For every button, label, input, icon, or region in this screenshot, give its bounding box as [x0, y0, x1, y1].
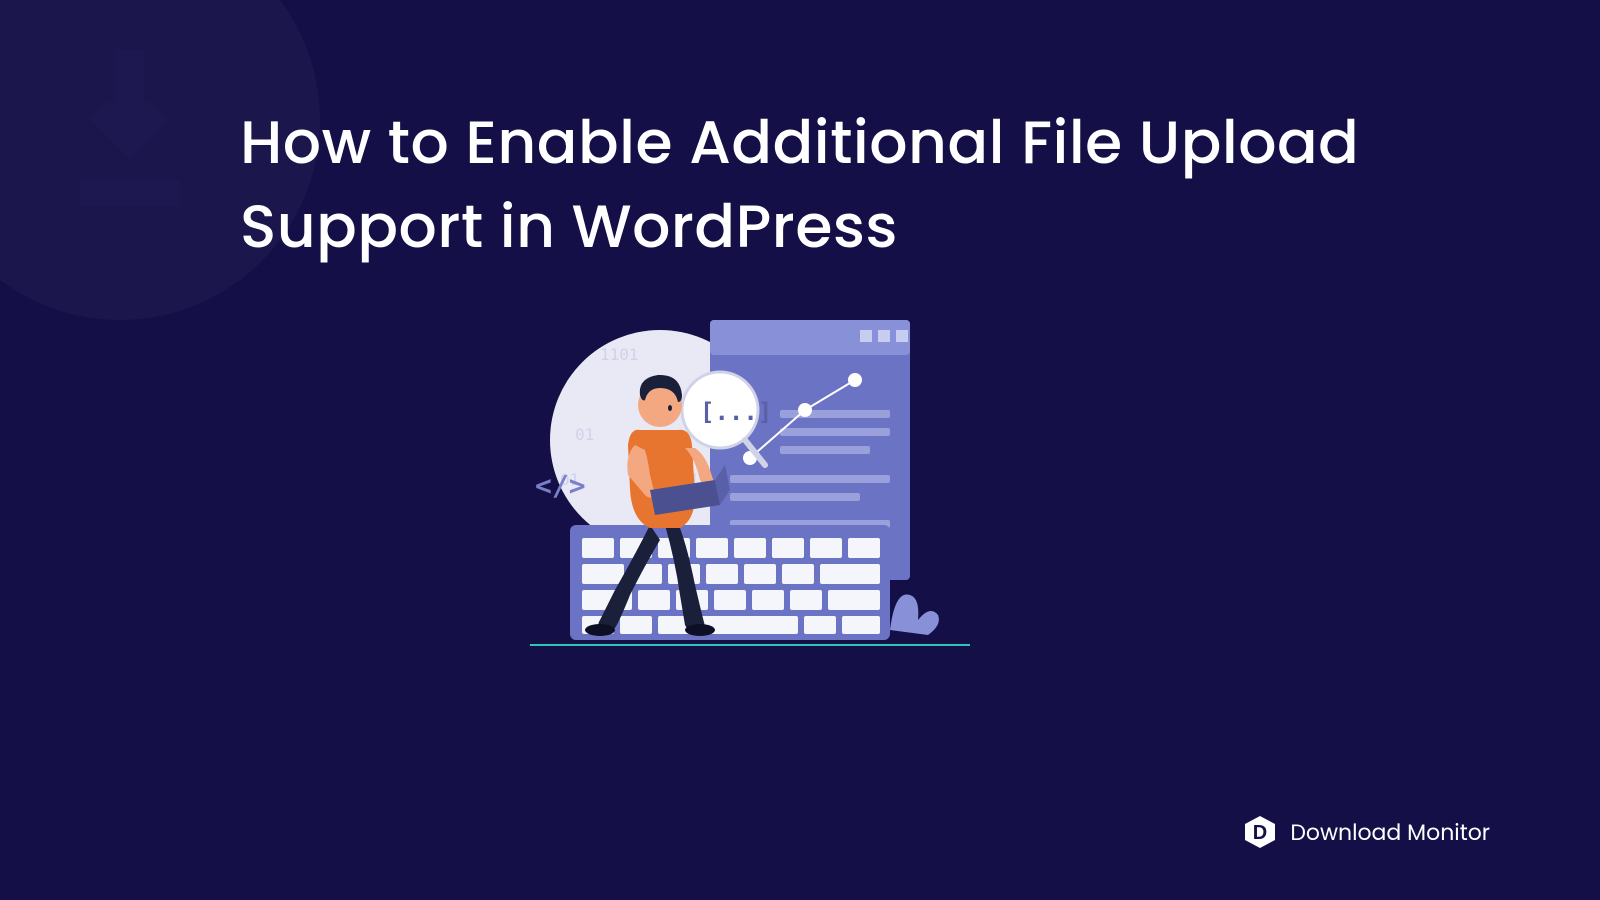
page-title: How to Enable Additional File Upload Sup…: [240, 100, 1600, 268]
download-icon: [50, 40, 210, 227]
hero-illustration: 1101 01 01 001 </> [...]: [500, 310, 1000, 670]
bracket-icon: [...]: [700, 398, 772, 426]
brand-name: Download Monitor: [1290, 816, 1490, 849]
brand-icon: D: [1242, 814, 1278, 850]
binary-text: 01: [575, 425, 594, 444]
code-tag-icon: </>: [535, 469, 586, 502]
svg-text:D: D: [1253, 822, 1267, 844]
brand-logo: D Download Monitor: [1242, 814, 1490, 850]
binary-text: 1101: [600, 345, 639, 364]
